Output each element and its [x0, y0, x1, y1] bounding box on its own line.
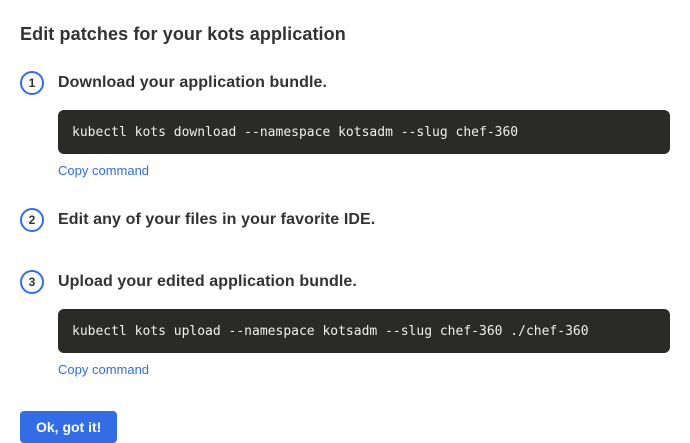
step-1-heading: Download your application bundle.	[58, 74, 327, 92]
step-3-number-badge: 3	[20, 270, 44, 294]
step-upload-body: kubectl kots upload --namespace kotsadm …	[58, 309, 670, 379]
step-2-heading: Edit any of your files in your favorite …	[58, 211, 375, 229]
step-1-number-badge: 1	[20, 71, 44, 95]
step-edit: 2 Edit any of your files in your favorit…	[20, 208, 670, 232]
copy-upload-command-link[interactable]: Copy command	[58, 362, 149, 377]
edit-patches-panel: Edit patches for your kots application 1…	[0, 0, 690, 443]
step-edit-header: 2 Edit any of your files in your favorit…	[20, 208, 670, 232]
footer: Ok, got it!	[20, 411, 670, 443]
step-download-header: 1 Download your application bundle.	[20, 71, 670, 95]
download-command-text: kubectl kots download --namespace kotsad…	[72, 125, 518, 140]
download-command-block: kubectl kots download --namespace kotsad…	[58, 110, 670, 154]
copy-download-command-link[interactable]: Copy command	[58, 163, 149, 178]
step-2-number-badge: 2	[20, 208, 44, 232]
step-download-body: kubectl kots download --namespace kotsad…	[58, 110, 670, 180]
step-upload-header: 3 Upload your edited application bundle.	[20, 270, 670, 294]
step-upload: 3 Upload your edited application bundle.…	[20, 270, 670, 379]
page-title: Edit patches for your kots application	[20, 24, 670, 45]
upload-command-text: kubectl kots upload --namespace kotsadm …	[72, 324, 589, 339]
ok-got-it-button[interactable]: Ok, got it!	[20, 411, 117, 443]
upload-command-block: kubectl kots upload --namespace kotsadm …	[58, 309, 670, 353]
step-3-heading: Upload your edited application bundle.	[58, 273, 357, 291]
step-download: 1 Download your application bundle. kube…	[20, 71, 670, 180]
